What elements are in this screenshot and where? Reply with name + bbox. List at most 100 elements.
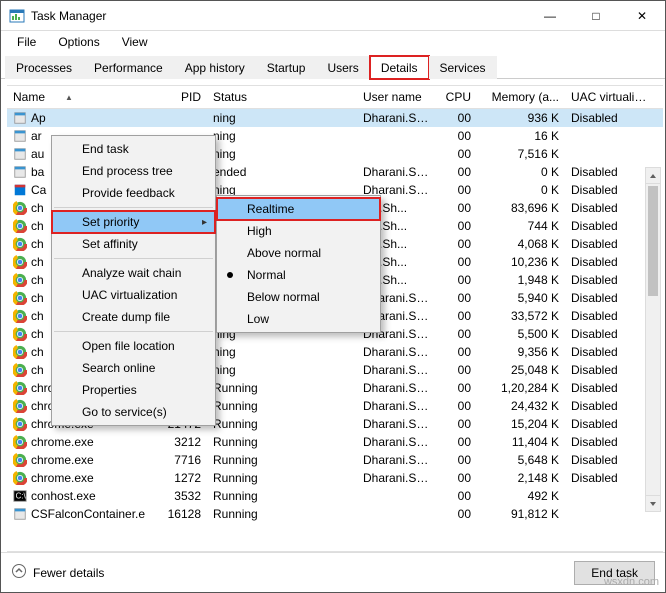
menu-options[interactable]: Options (48, 33, 109, 51)
process-name: chrome.exe (31, 435, 94, 449)
col-header-pid[interactable]: PID (152, 90, 207, 104)
process-cpu: 00 (437, 291, 477, 305)
process-mem: 2,148 K (477, 471, 565, 485)
process-cpu: 00 (437, 489, 477, 503)
menu-item-search-online[interactable]: Search online (52, 357, 215, 379)
process-user: Dharani.Sh... (357, 381, 437, 395)
process-cpu: 00 (437, 111, 477, 125)
menu-item-properties[interactable]: Properties (52, 379, 215, 401)
process-icon (13, 165, 27, 179)
process-cpu: 00 (437, 399, 477, 413)
window-controls: — □ ✕ (527, 1, 665, 31)
menu-item-create-dump-file[interactable]: Create dump file (52, 306, 215, 328)
col-header-uac[interactable]: UAC virtualizat... (565, 90, 655, 104)
priority-item-below-normal[interactable]: Below normal (217, 286, 380, 308)
menu-item-set-affinity[interactable]: Set affinity (52, 233, 215, 255)
priority-item-realtime[interactable]: Realtime (217, 198, 380, 220)
col-header-mem[interactable]: Memory (a... (477, 90, 565, 104)
tab-details[interactable]: Details (370, 56, 429, 79)
process-name: ch (31, 237, 44, 251)
menu-item-end-task[interactable]: End task (52, 138, 215, 160)
table-row[interactable]: C:\conhost.exe3532Running00492 K (7, 487, 663, 505)
process-icon (13, 309, 27, 323)
tab-users[interactable]: Users (316, 56, 369, 79)
maximize-button[interactable]: □ (573, 1, 619, 31)
process-mem: 11,404 K (477, 435, 565, 449)
process-mem: 744 K (477, 219, 565, 233)
process-uac: Disabled (565, 399, 655, 413)
priority-item-low[interactable]: Low (217, 308, 380, 330)
menu-item-set-priority[interactable]: Set priority (52, 211, 215, 233)
menu-item-uac-virtualization[interactable]: UAC virtualization (52, 284, 215, 306)
table-row[interactable]: chrome.exe3212RunningDharani.Sh...0011,4… (7, 433, 663, 451)
process-icon (13, 363, 27, 377)
process-uac: Disabled (565, 435, 655, 449)
col-header-cpu[interactable]: CPU (437, 90, 477, 104)
close-button[interactable]: ✕ (619, 1, 665, 31)
process-uac: Disabled (565, 417, 655, 431)
process-mem: 1,948 K (477, 273, 565, 287)
menu-file[interactable]: File (7, 33, 46, 51)
process-icon (13, 399, 27, 413)
process-icon (13, 201, 27, 215)
process-pid: 3532 (152, 489, 207, 503)
menu-item-analyze-wait-chain[interactable]: Analyze wait chain (52, 262, 215, 284)
process-uac: Disabled (565, 183, 655, 197)
menu-item-end-process-tree[interactable]: End process tree (52, 160, 215, 182)
tab-processes[interactable]: Processes (5, 56, 83, 79)
fewer-details-button[interactable]: Fewer details (11, 563, 104, 582)
process-user: Dharani.Sh... (357, 471, 437, 485)
process-icon (13, 417, 27, 431)
process-mem: 492 K (477, 489, 565, 503)
process-mem: 5,500 K (477, 327, 565, 341)
process-user: Dharani.Sh... (357, 453, 437, 467)
process-mem: 7,516 K (477, 147, 565, 161)
process-name: au (31, 147, 44, 161)
process-mem: 5,940 K (477, 291, 565, 305)
menu-item-provide-feedback[interactable]: Provide feedback (52, 182, 215, 204)
priority-item-high[interactable]: High (217, 220, 380, 242)
process-uac: Disabled (565, 471, 655, 485)
priority-item-normal[interactable]: Normal (217, 264, 380, 286)
process-uac: Disabled (565, 237, 655, 251)
process-pid: 7716 (152, 453, 207, 467)
minimize-button[interactable]: — (527, 1, 573, 31)
process-status: Running (207, 399, 357, 413)
priority-item-above-normal[interactable]: Above normal (217, 242, 380, 264)
col-header-status[interactable]: Status (207, 90, 357, 104)
process-name: ch (31, 255, 44, 269)
scroll-down-icon[interactable] (646, 495, 660, 511)
window-title: Task Manager (31, 9, 527, 23)
table-row[interactable]: CSFalconContainer.e16128Running0091,812 … (7, 505, 663, 523)
menu-item-open-file-location[interactable]: Open file location (52, 335, 215, 357)
col-header-user[interactable]: User name (357, 90, 437, 104)
fewer-details-label: Fewer details (33, 566, 104, 580)
process-cpu: 00 (437, 435, 477, 449)
process-cpu: 00 (437, 327, 477, 341)
process-uac: Disabled (565, 219, 655, 233)
scroll-up-icon[interactable] (646, 168, 660, 184)
process-uac: Disabled (565, 255, 655, 269)
process-uac: Disabled (565, 165, 655, 179)
process-uac: Disabled (565, 201, 655, 215)
tab-app-history[interactable]: App history (174, 56, 256, 79)
process-name: CSFalconContainer.e (31, 507, 145, 521)
process-cpu: 00 (437, 345, 477, 359)
table-row[interactable]: chrome.exe1272RunningDharani.Sh...002,14… (7, 469, 663, 487)
vertical-scrollbar[interactable] (645, 167, 661, 512)
process-name: ch (31, 291, 44, 305)
task-manager-icon (9, 8, 25, 24)
tab-performance[interactable]: Performance (83, 56, 174, 79)
tab-startup[interactable]: Startup (256, 56, 317, 79)
col-header-name[interactable]: Name▲ (7, 90, 152, 104)
titlebar: Task Manager — □ ✕ (1, 1, 665, 31)
table-row[interactable]: ApningDharani.Sh...00936 KDisabled (7, 109, 663, 127)
collapse-icon (11, 563, 27, 582)
table-row[interactable]: chrome.exe7716RunningDharani.Sh...005,64… (7, 451, 663, 469)
scroll-thumb[interactable] (648, 186, 658, 296)
menu-view[interactable]: View (112, 33, 158, 51)
menu-item-go-to-service-s-[interactable]: Go to service(s) (52, 401, 215, 423)
process-cpu: 00 (437, 471, 477, 485)
tab-services[interactable]: Services (429, 56, 497, 79)
process-uac: Disabled (565, 111, 655, 125)
